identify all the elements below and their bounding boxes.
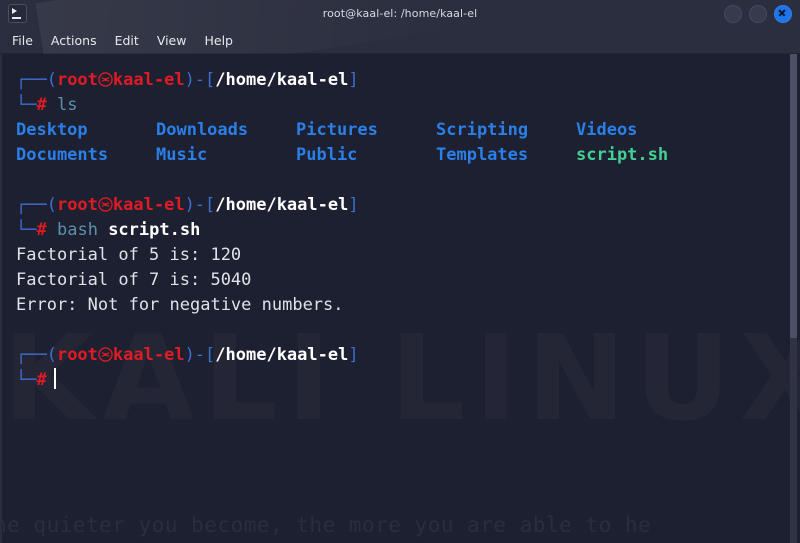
menu-item-file[interactable]: File: [12, 33, 33, 48]
prompt-path: /home/kaal-el: [215, 70, 349, 90]
prompt-sep-1: )-[: [184, 70, 216, 90]
terminal-screen[interactable]: ┌──(root kaal-el)-[/home/kaal-el] └─# ls …: [2, 54, 800, 393]
prompt-hash-3: #: [36, 370, 47, 390]
file-pictures[interactable]: Pictures: [296, 118, 436, 143]
prompt-host: kaal-el: [112, 70, 185, 90]
menu-item-edit[interactable]: Edit: [115, 33, 139, 48]
output-line-2: Factorial of 7 is: 5040: [16, 270, 252, 290]
file-documents[interactable]: Documents: [16, 143, 156, 168]
file-templates[interactable]: Templates: [436, 143, 576, 168]
file-desktop[interactable]: Desktop: [16, 118, 156, 143]
prompt-frame-bottom-2: └─: [16, 220, 37, 240]
file-scripting[interactable]: Scripting: [436, 118, 576, 143]
terminal-scrollbar[interactable]: [787, 54, 800, 543]
prompt-host-2: kaal-el: [112, 195, 185, 215]
command-bash: bash: [56, 220, 98, 240]
output-line-3: Error: Not for negative numbers.: [16, 295, 344, 315]
prompt-line-top-1: ┌──(root kaal-el)-[/home/kaal-el]: [16, 68, 800, 93]
window-controls: [724, 4, 792, 23]
prompt-user: root: [56, 70, 98, 90]
prompt-frame-top-2: ┌──(: [16, 195, 57, 215]
command-arg-script: script.sh: [108, 220, 201, 240]
close-button[interactable]: [774, 4, 792, 23]
prompt-frame-top-3: ┌──(: [16, 345, 57, 365]
prompt-frame-top: ┌──(: [16, 70, 57, 90]
prompt-frame-bottom: └─: [16, 95, 37, 115]
file-script-sh[interactable]: script.sh: [576, 143, 800, 168]
prompt-hash-2: #: [36, 220, 47, 240]
prompt-line-bottom-2: └─# bash script.sh: [16, 218, 800, 243]
prompt-bracket-2: ]: [348, 195, 359, 215]
kali-dragon-icon-2: [98, 197, 113, 212]
ls-output-row-1: Desktop Downloads Pictures Scripting Vid…: [16, 118, 800, 143]
prompt-sep-2: )-[: [184, 195, 216, 215]
prompt-hash: #: [36, 95, 47, 115]
prompt-line-bottom-3[interactable]: └─#: [16, 368, 800, 393]
prompt-line-top-2: ┌──(root kaal-el)-[/home/kaal-el]: [16, 193, 800, 218]
window-title: root@kaal-el: /home/kaal-el: [322, 7, 478, 20]
prompt-line-top-3: ┌──(root kaal-el)-[/home/kaal-el]: [16, 343, 800, 368]
kali-dragon-icon: [98, 72, 113, 87]
terminal-window: root@kaal-el: /home/kaal-el File Actions…: [0, 0, 800, 543]
prompt-line-bottom-1: └─# ls: [16, 93, 800, 118]
maximize-button[interactable]: [749, 4, 767, 23]
kali-tagline-watermark: he quieter you become, the more you are …: [0, 513, 652, 537]
file-downloads[interactable]: Downloads: [156, 118, 296, 143]
window-titlebar[interactable]: root@kaal-el: /home/kaal-el: [0, 0, 800, 93]
prompt-user-3: root: [56, 345, 98, 365]
prompt-host-3: kaal-el: [112, 345, 185, 365]
terminal-area[interactable]: KALI LINUX he quieter you become, the mo…: [0, 54, 800, 543]
file-music[interactable]: Music: [156, 143, 296, 168]
prompt-user-2: root: [56, 195, 98, 215]
menu-item-actions[interactable]: Actions: [51, 33, 97, 48]
prompt-path-3: /home/kaal-el: [215, 345, 349, 365]
prompt-bracket-1: ]: [348, 70, 359, 90]
ls-output-row-2: Documents Music Public Templates script.…: [16, 143, 800, 168]
minimize-button[interactable]: [724, 4, 742, 23]
file-videos[interactable]: Videos: [576, 118, 800, 143]
prompt-sep-3: )-[: [184, 345, 216, 365]
output-line-1: Factorial of 5 is: 120: [16, 245, 242, 265]
menu-item-help[interactable]: Help: [204, 33, 233, 48]
terminal-icon: [8, 4, 27, 23]
prompt-path-2: /home/kaal-el: [215, 195, 349, 215]
text-cursor: [53, 368, 56, 389]
file-public[interactable]: Public: [296, 143, 436, 168]
command-ls: ls: [56, 95, 78, 115]
prompt-bracket-3: ]: [348, 345, 359, 365]
menubar: File Actions Edit View Help: [0, 27, 800, 54]
kali-dragon-icon-3: [98, 347, 113, 362]
menu-item-view[interactable]: View: [157, 33, 187, 48]
scrollbar-thumb[interactable]: [790, 54, 797, 338]
prompt-frame-bottom-3: └─: [16, 370, 37, 390]
